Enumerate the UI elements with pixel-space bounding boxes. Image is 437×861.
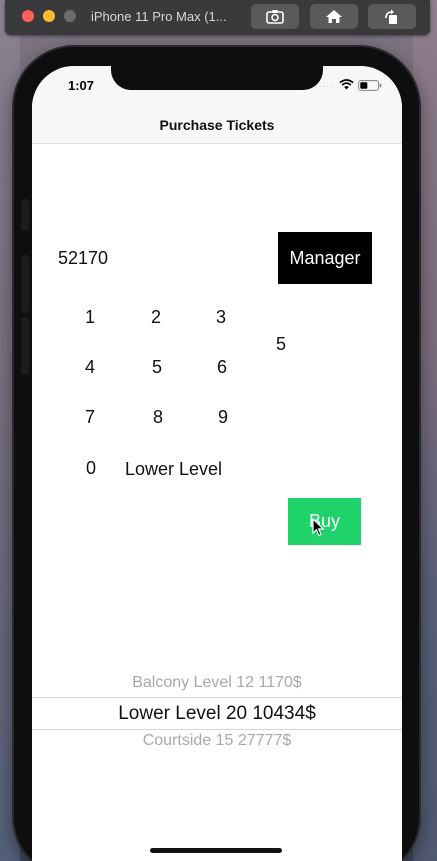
picker-row-below[interactable]: Courtside 15 27777$ bbox=[32, 732, 402, 750]
key-5[interactable]: 5 bbox=[142, 357, 172, 378]
manager-button[interactable]: Manager bbox=[278, 232, 372, 284]
simulator-title-bar: iPhone 11 Pro Max (1... bbox=[5, 0, 430, 35]
minimize-window-button[interactable] bbox=[43, 10, 55, 22]
screenshot-button[interactable] bbox=[251, 4, 299, 29]
rotate-button[interactable] bbox=[368, 4, 416, 29]
volume-up-button bbox=[21, 255, 29, 313]
key-3[interactable]: 3 bbox=[206, 307, 236, 328]
key-0[interactable]: 0 bbox=[76, 458, 106, 479]
signal-icon: ..... bbox=[315, 79, 334, 90]
mouse-cursor-icon bbox=[312, 518, 325, 537]
key-9[interactable]: 9 bbox=[208, 407, 238, 428]
ticket-quantity: 5 bbox=[276, 334, 287, 354]
selected-level-label: Lower Level bbox=[125, 459, 223, 479]
picker-row-selected[interactable]: Lower Level 20 10434$ bbox=[32, 697, 402, 730]
status-time: 1:07 bbox=[68, 78, 95, 93]
key-6[interactable]: 6 bbox=[207, 357, 237, 378]
key-7[interactable]: 7 bbox=[75, 407, 105, 428]
page-title: Purchase Tickets bbox=[159, 117, 275, 133]
key-8[interactable]: 8 bbox=[143, 407, 173, 428]
notch bbox=[111, 66, 323, 90]
battery-icon bbox=[358, 80, 382, 91]
rotate-icon bbox=[385, 9, 397, 24]
key-2[interactable]: 2 bbox=[141, 307, 171, 328]
screenshot-icon bbox=[266, 10, 284, 24]
key-1[interactable]: 1 bbox=[75, 307, 105, 328]
volume-down-button bbox=[21, 317, 29, 375]
mute-switch bbox=[21, 199, 29, 231]
home-button[interactable] bbox=[310, 4, 358, 29]
navigation-bar: 1:07 ..... Purchase Tickets bbox=[32, 66, 402, 144]
picker-row-above[interactable]: Balcony Level 12 1170$ bbox=[32, 674, 402, 692]
zoom-window-button[interactable] bbox=[64, 10, 76, 22]
simulator-title: iPhone 11 Pro Max (1... bbox=[91, 9, 227, 24]
phone-screen: 1:07 ..... Purchase Tickets 52170 Manage… bbox=[32, 66, 402, 861]
total-amount: 52170 bbox=[58, 248, 109, 268]
key-4[interactable]: 4 bbox=[75, 357, 105, 378]
close-window-button[interactable] bbox=[22, 10, 34, 22]
home-icon bbox=[326, 10, 342, 23]
wifi-icon bbox=[339, 79, 354, 90]
home-indicator[interactable] bbox=[150, 848, 282, 853]
